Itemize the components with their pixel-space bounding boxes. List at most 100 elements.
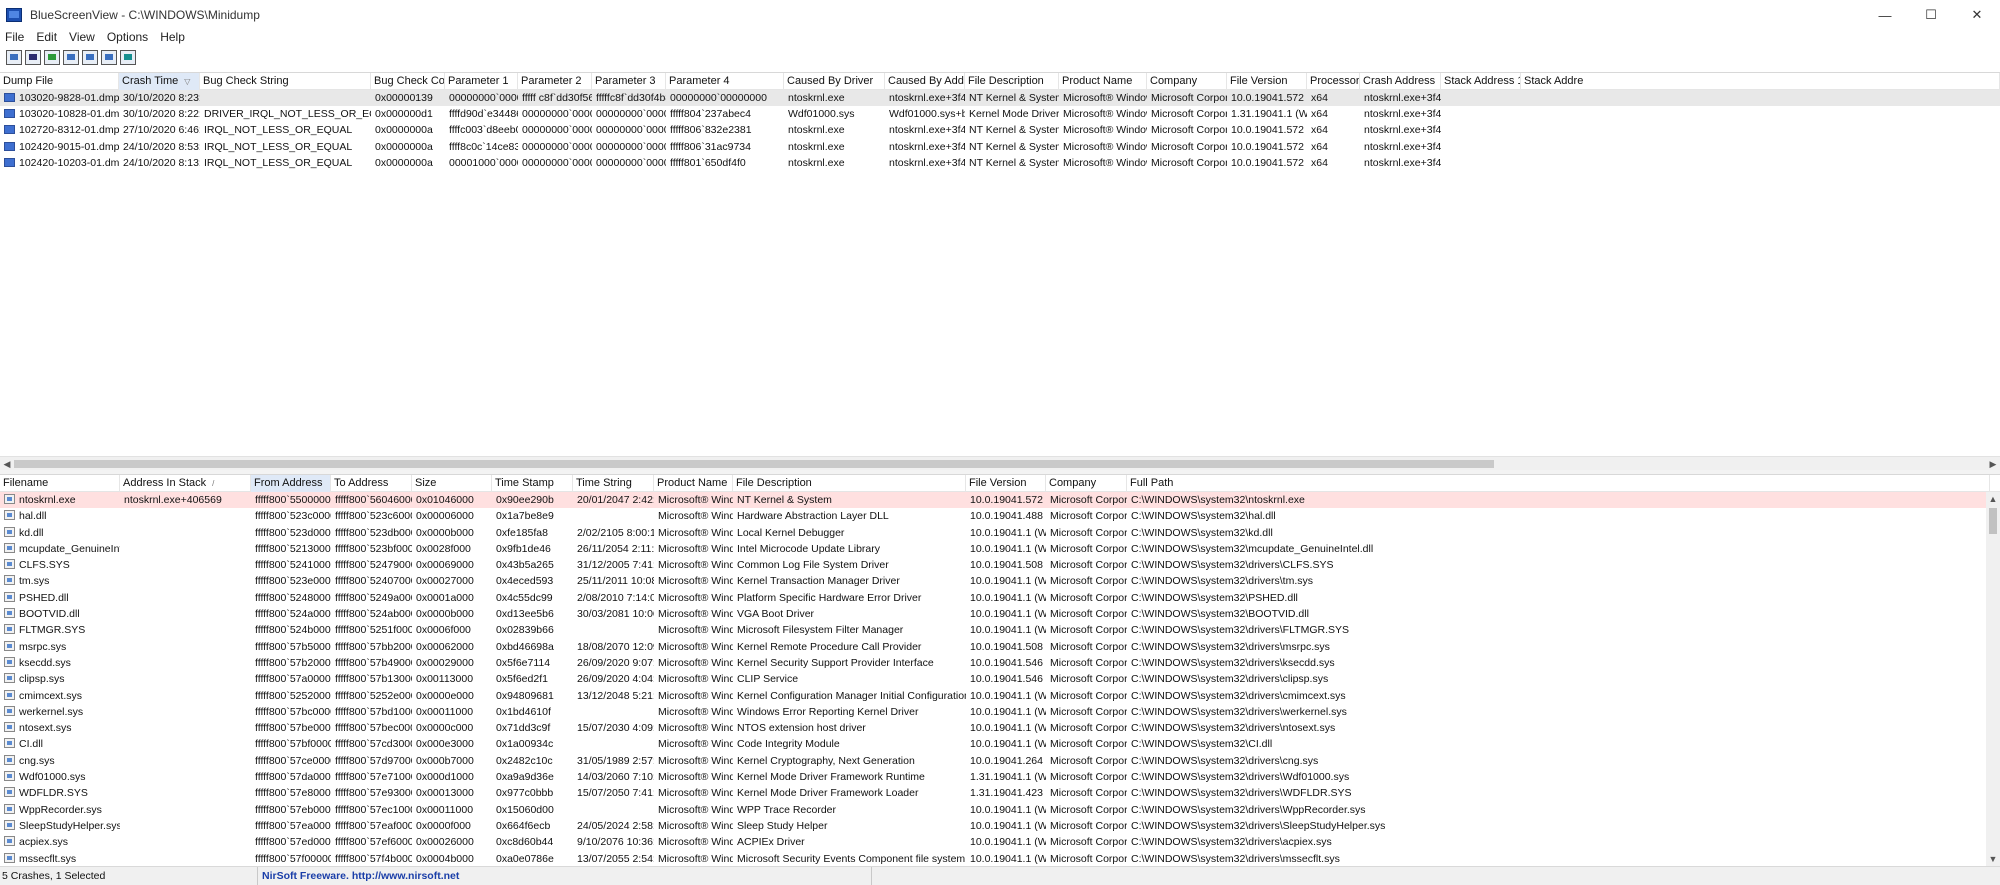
menu-view[interactable]: View — [64, 30, 102, 44]
module-row[interactable]: CI.dll fffff800`57bf0000 fffff800`57cd3000… — [0, 736, 2000, 752]
column-header-company[interactable]: Company — [1046, 475, 1127, 492]
cell-text: mssecflt.sys — [19, 852, 77, 865]
column-header-product-name[interactable]: Product Name — [1059, 73, 1147, 90]
cell-to-address: fffff800`5252e000 — [331, 688, 412, 704]
column-header-company[interactable]: Company — [1147, 73, 1227, 90]
crash-row[interactable]: 103020-9828-01.dmp 30/10/2020 8:23:17... 0… — [0, 90, 2000, 107]
find-icon[interactable] — [101, 49, 117, 65]
cell-caused-by-driver: ntoskrnl.exe — [784, 122, 885, 138]
column-header-dump-file[interactable]: Dump File — [0, 73, 119, 90]
module-row[interactable]: ntosext.sys fffff800`57be0000 fffff800`57b… — [0, 720, 2000, 736]
module-row[interactable]: msrpc.sys fffff800`57b50000 fffff800`57bb2… — [0, 639, 2000, 655]
refresh-icon[interactable] — [44, 49, 60, 65]
column-header-size[interactable]: Size — [412, 475, 492, 492]
module-row[interactable]: hal.dll fffff800`523c0000 fffff800`523c600… — [0, 508, 2000, 524]
module-row[interactable]: PSHED.dll fffff800`52480000 fffff800`5249a… — [0, 590, 2000, 606]
module-row[interactable]: cng.sys fffff800`57ce0000 fffff800`57d9700… — [0, 753, 2000, 769]
sort-arrow-icon: / — [212, 479, 215, 488]
column-header-file-description[interactable]: File Description — [733, 475, 966, 492]
crash-row[interactable]: 102720-8312-01.dmp 27/10/2020 6:46:26... I… — [0, 122, 2000, 138]
cell-text: fffff800`57bf0000 — [255, 738, 331, 751]
column-header-parameter-2[interactable]: Parameter 2 — [518, 73, 592, 90]
column-header-processor[interactable]: Processor — [1307, 73, 1360, 90]
module-row[interactable]: werkernel.sys fffff800`57bc0000 fffff800`5… — [0, 704, 2000, 720]
column-header-caused-by-driver[interactable]: Caused By Driver — [784, 73, 885, 90]
minimize-button[interactable]: — — [1862, 0, 1908, 30]
crash-row[interactable]: 102420-10203-01.dmp 24/10/2020 8:13:07...… — [0, 155, 2000, 171]
save-icon[interactable] — [25, 49, 41, 65]
column-header-caused-by-address[interactable]: Caused By Address — [885, 73, 965, 90]
menu-options[interactable]: Options — [102, 30, 155, 44]
copy-icon[interactable] — [63, 49, 79, 65]
column-header-time-string[interactable]: Time String — [573, 475, 654, 492]
module-list[interactable]: Filename Address In Stack / From Address To … — [0, 474, 2000, 866]
scroll-right-icon[interactable]: ▶ — [1986, 457, 2000, 471]
module-row[interactable]: clipsp.sys fffff800`57a00000 fffff800`57b1… — [0, 671, 2000, 687]
module-row[interactable]: mssecflt.sys fffff800`57f00000 fffff800`57… — [0, 851, 2000, 866]
column-header-to-address[interactable]: To Address — [331, 475, 412, 492]
options-icon[interactable] — [82, 49, 98, 65]
module-row[interactable]: SleepStudyHelper.sys fffff800`57ea0000 fff… — [0, 818, 2000, 834]
close-button[interactable]: ✕ — [1954, 0, 2000, 30]
module-row[interactable]: FLTMGR.SYS fffff800`524b0000 fffff800`5251… — [0, 622, 2000, 638]
column-header-full-path[interactable]: Full Path — [1127, 475, 1990, 492]
scroll-thumb[interactable] — [1989, 508, 1997, 534]
maximize-button[interactable]: ☐ — [1908, 0, 1954, 30]
scroll-up-icon[interactable]: ▲ — [1986, 492, 2000, 506]
column-header-file-description[interactable]: File Description — [965, 73, 1059, 90]
module-row[interactable]: BOOTVID.dll fffff800`524a0000 fffff800`524… — [0, 606, 2000, 622]
scroll-thumb[interactable] — [14, 460, 1494, 468]
module-file-icon — [4, 656, 15, 667]
menu-help[interactable]: Help — [155, 30, 192, 44]
column-header-stack-addre[interactable]: Stack Addre — [1521, 73, 2000, 90]
cell-text: 00000000`000000... — [596, 108, 666, 121]
module-row[interactable]: kd.dll fffff800`523d0000 fffff800`523db000… — [0, 525, 2000, 541]
module-row[interactable]: ksecdd.sys fffff800`57b20000 fffff800`57b4… — [0, 655, 2000, 671]
column-header-product-name[interactable]: Product Name — [654, 475, 733, 492]
menu-edit[interactable]: Edit — [31, 30, 64, 44]
nirsoft-link[interactable]: NirSoft Freeware. http://www.nirsoft.net — [258, 867, 872, 885]
cell-text: ntoskrnl.exe+3f45a0 — [1364, 124, 1441, 137]
module-row[interactable]: Wdf01000.sys fffff800`57da0000 fffff800`57… — [0, 769, 2000, 785]
scroll-down-icon[interactable]: ▼ — [1986, 852, 2000, 866]
module-row[interactable]: WDFLDR.SYS fffff800`57e80000 fffff800`57e9… — [0, 785, 2000, 801]
column-header-parameter-4[interactable]: Parameter 4 — [666, 73, 784, 90]
column-header-time-stamp[interactable]: Time Stamp — [492, 475, 573, 492]
module-row[interactable]: acpiex.sys fffff800`57ed0000 fffff800`57ef… — [0, 834, 2000, 850]
module-row[interactable]: mcupdate_GenuineIntel.dll fffff800`521300… — [0, 541, 2000, 557]
menu-file[interactable]: File — [0, 30, 31, 44]
column-header-stack-address-1[interactable]: Stack Address 1 — [1441, 73, 1521, 90]
module-row[interactable]: cmimcext.sys fffff800`52520000 fffff800`52… — [0, 688, 2000, 704]
cell-parameter-4: fffff804`237abec4 — [666, 106, 784, 122]
crash-row[interactable]: 102420-9015-01.dmp 24/10/2020 8:53:51... I… — [0, 139, 2000, 155]
crash-list-horizontal-scrollbar[interactable]: ◀ ▶ — [0, 456, 2000, 470]
cell-company: Microsoft Corpora... — [1046, 639, 1127, 655]
scroll-left-icon[interactable]: ◀ — [0, 457, 14, 471]
column-header-bug-check-code[interactable]: Bug Check Code — [371, 73, 445, 90]
column-header-crash-address[interactable]: Crash Address — [1360, 73, 1441, 90]
column-header-from-address[interactable]: From Address — [251, 475, 331, 492]
column-header-parameter-1[interactable]: Parameter 1 — [445, 73, 518, 90]
column-header-crash-time[interactable]: Crash Time ▽ — [119, 73, 200, 90]
module-row[interactable]: ntoskrnl.exe ntoskrnl.exe+406569 fffff800`… — [0, 492, 2000, 509]
cell-product-name: Microsoft® Wind... — [654, 688, 733, 704]
column-header-file-version[interactable]: File Version — [966, 475, 1046, 492]
module-list-vertical-scrollbar[interactable]: ▲ ▼ — [1986, 492, 2000, 866]
cell-file-version: 10.0.19041.508 (Wi... — [966, 639, 1046, 655]
exit-icon[interactable] — [120, 49, 136, 65]
column-header-file-version[interactable]: File Version — [1227, 73, 1307, 90]
column-header-address-in-stack[interactable]: Address In Stack / — [120, 475, 251, 492]
column-header-bug-check-string[interactable]: Bug Check String — [200, 73, 371, 90]
cell-text: fffff800`524ab000 — [335, 608, 412, 621]
cell-filename: cng.sys — [0, 753, 120, 769]
module-row[interactable]: CLFS.SYS fffff800`52410000 fffff800`524790… — [0, 557, 2000, 573]
column-header-filename[interactable]: Filename — [0, 475, 120, 492]
properties-icon[interactable] — [6, 49, 22, 65]
crash-row[interactable]: 103020-10828-01.dmp 30/10/2020 8:22:22...… — [0, 106, 2000, 122]
cell-text: Microsoft® Wind... — [658, 673, 733, 686]
cell-text: 0x0000000a — [375, 140, 433, 153]
module-row[interactable]: tm.sys fffff800`523e0000 fffff800`52407000… — [0, 573, 2000, 589]
crash-list[interactable]: Dump File Crash Time ▽ Bug Check String Bug … — [0, 72, 2000, 456]
column-header-parameter-3[interactable]: Parameter 3 — [592, 73, 666, 90]
module-row[interactable]: WppRecorder.sys fffff800`57eb0000 fffff800… — [0, 802, 2000, 818]
